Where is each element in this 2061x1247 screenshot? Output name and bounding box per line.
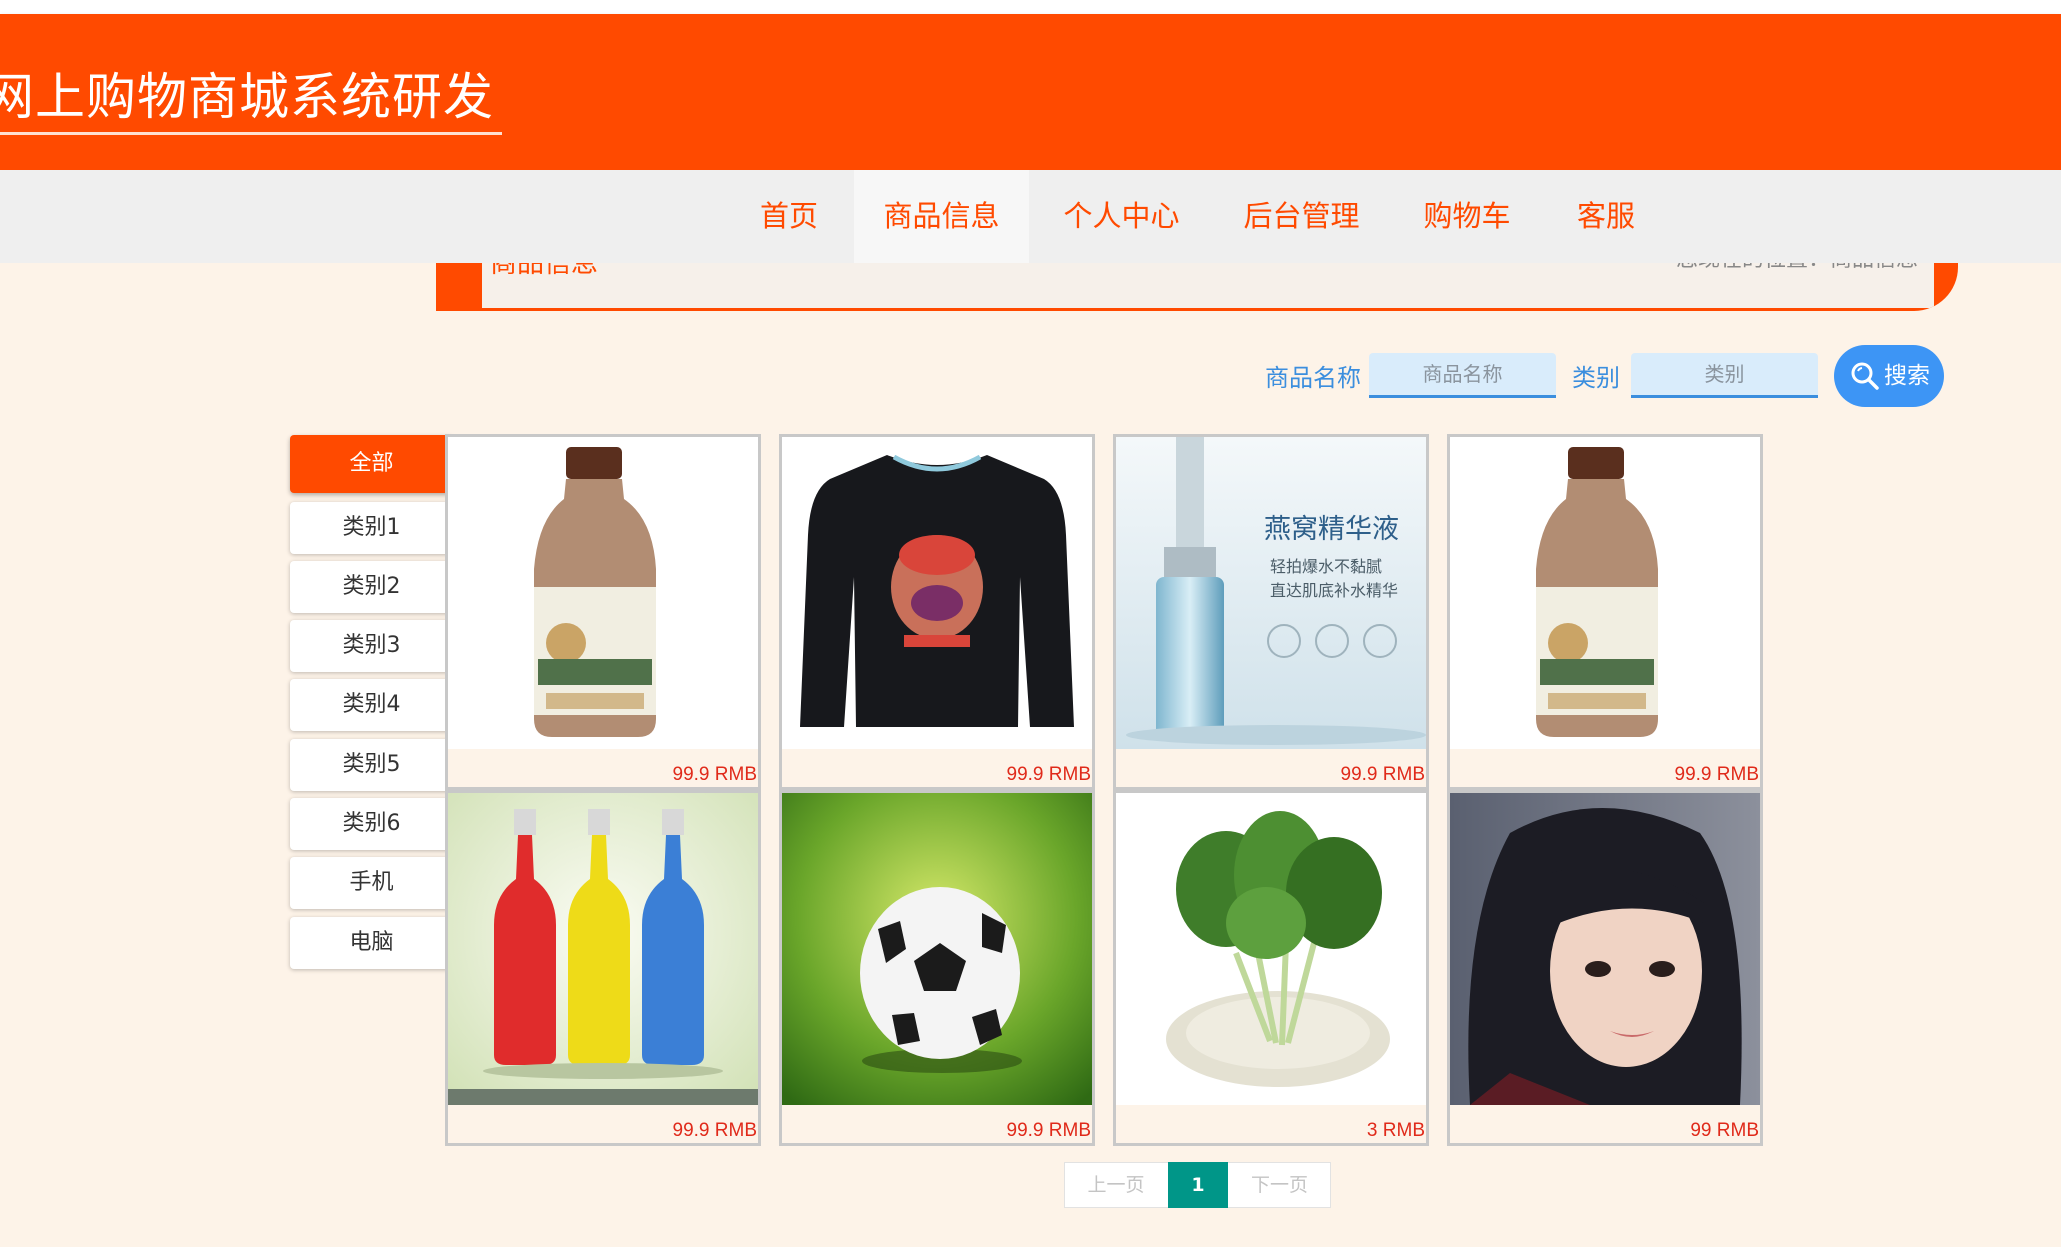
product-card[interactable]: 99 RMB <box>1447 790 1763 1146</box>
product-image-soccer-ball <box>782 793 1092 1105</box>
product-card[interactable]: 99.9 RMB <box>779 790 1095 1146</box>
product-price: 99.9 RMB <box>672 764 757 785</box>
product-image-milk-coffee <box>1450 437 1760 749</box>
product-card[interactable]: 燕窝精华液 轻拍爆水不黏腻 直达肌底补水精华 99.9 RMB <box>1113 434 1429 790</box>
product-name-input[interactable] <box>1369 353 1556 398</box>
nav-personal-center[interactable]: 个人中心 <box>1042 170 1201 263</box>
breadcrumb-location: 您现在的位置：商品信息 <box>1676 263 1918 273</box>
product-card[interactable]: 3 RMB <box>1113 790 1429 1146</box>
product-image-milk-coffee <box>448 437 758 749</box>
serum-image-caption: 轻拍爆水不黏腻 <box>1270 557 1383 576</box>
product-image-vegetables <box>1116 793 1426 1105</box>
category-item[interactable]: 类别4 <box>290 679 453 731</box>
category-input[interactable] <box>1631 353 1818 398</box>
pagination-prev[interactable]: 上一页 <box>1064 1162 1168 1208</box>
product-price: 99.9 RMB <box>1006 1120 1091 1141</box>
category-item[interactable]: 类别1 <box>290 502 453 554</box>
category-item[interactable]: 类别6 <box>290 798 453 850</box>
nav-admin[interactable]: 后台管理 <box>1222 170 1381 263</box>
category-computer[interactable]: 电脑 <box>290 917 453 969</box>
product-image-portrait <box>1450 793 1760 1105</box>
product-image-serum: 燕窝精华液 轻拍爆水不黏腻 直达肌底补水精华 <box>1116 437 1426 749</box>
breadcrumb: 商品信息 您现在的位置：商品信息 <box>482 263 1934 308</box>
top-strip <box>0 0 2061 14</box>
product-card[interactable]: 99.9 RMB <box>445 434 761 790</box>
category-item[interactable]: 类别5 <box>290 739 453 791</box>
main-nav: 首页 商品信息 个人中心 后台管理 购物车 客服 <box>0 170 2061 263</box>
search-button[interactable]: 搜索 <box>1834 345 1944 407</box>
category-all[interactable]: 全部 <box>290 435 453 493</box>
nav-home[interactable]: 首页 <box>738 170 840 263</box>
nav-products[interactable]: 商品信息 <box>854 170 1029 263</box>
pagination-page-1[interactable]: 1 <box>1168 1162 1228 1208</box>
breadcrumb-title: 商品信息 <box>490 263 598 279</box>
product-card[interactable]: 99.9 RMB <box>445 790 761 1146</box>
product-card[interactable]: 99.9 RMB <box>779 434 1095 790</box>
category-item[interactable]: 类别2 <box>290 561 453 613</box>
pagination-next[interactable]: 下一页 <box>1228 1162 1331 1208</box>
product-price: 99.9 RMB <box>1340 764 1425 785</box>
category-item[interactable]: 类别3 <box>290 620 453 672</box>
search-name-label: 商品名称 <box>1265 364 1361 392</box>
serum-image-title: 燕窝精华液 <box>1264 514 1399 545</box>
product-price: 3 RMB <box>1366 1120 1425 1141</box>
nav-service[interactable]: 客服 <box>1550 170 1662 263</box>
product-card[interactable]: 99.9 RMB <box>1447 434 1763 790</box>
category-phone[interactable]: 手机 <box>290 857 453 909</box>
product-image-tshirt <box>782 437 1092 749</box>
nav-cart[interactable]: 购物车 <box>1402 170 1532 263</box>
search-category-label: 类别 <box>1572 364 1620 392</box>
product-price: 99.9 RMB <box>1674 764 1759 785</box>
search-icon <box>1851 362 1879 390</box>
site-title: 网上购物商城系统研发 <box>0 64 502 135</box>
product-price: 99.9 RMB <box>672 1120 757 1141</box>
product-image-bottles <box>448 793 758 1105</box>
site-header: 网上购物商城系统研发 <box>0 14 2061 170</box>
product-price: 99 RMB <box>1690 1120 1759 1141</box>
breadcrumb-bar: 商品信息 您现在的位置：商品信息 <box>436 263 1958 311</box>
product-price: 99.9 RMB <box>1006 764 1091 785</box>
serum-image-caption: 直达肌底补水精华 <box>1270 581 1399 600</box>
search-button-label: 搜索 <box>1884 363 1930 389</box>
